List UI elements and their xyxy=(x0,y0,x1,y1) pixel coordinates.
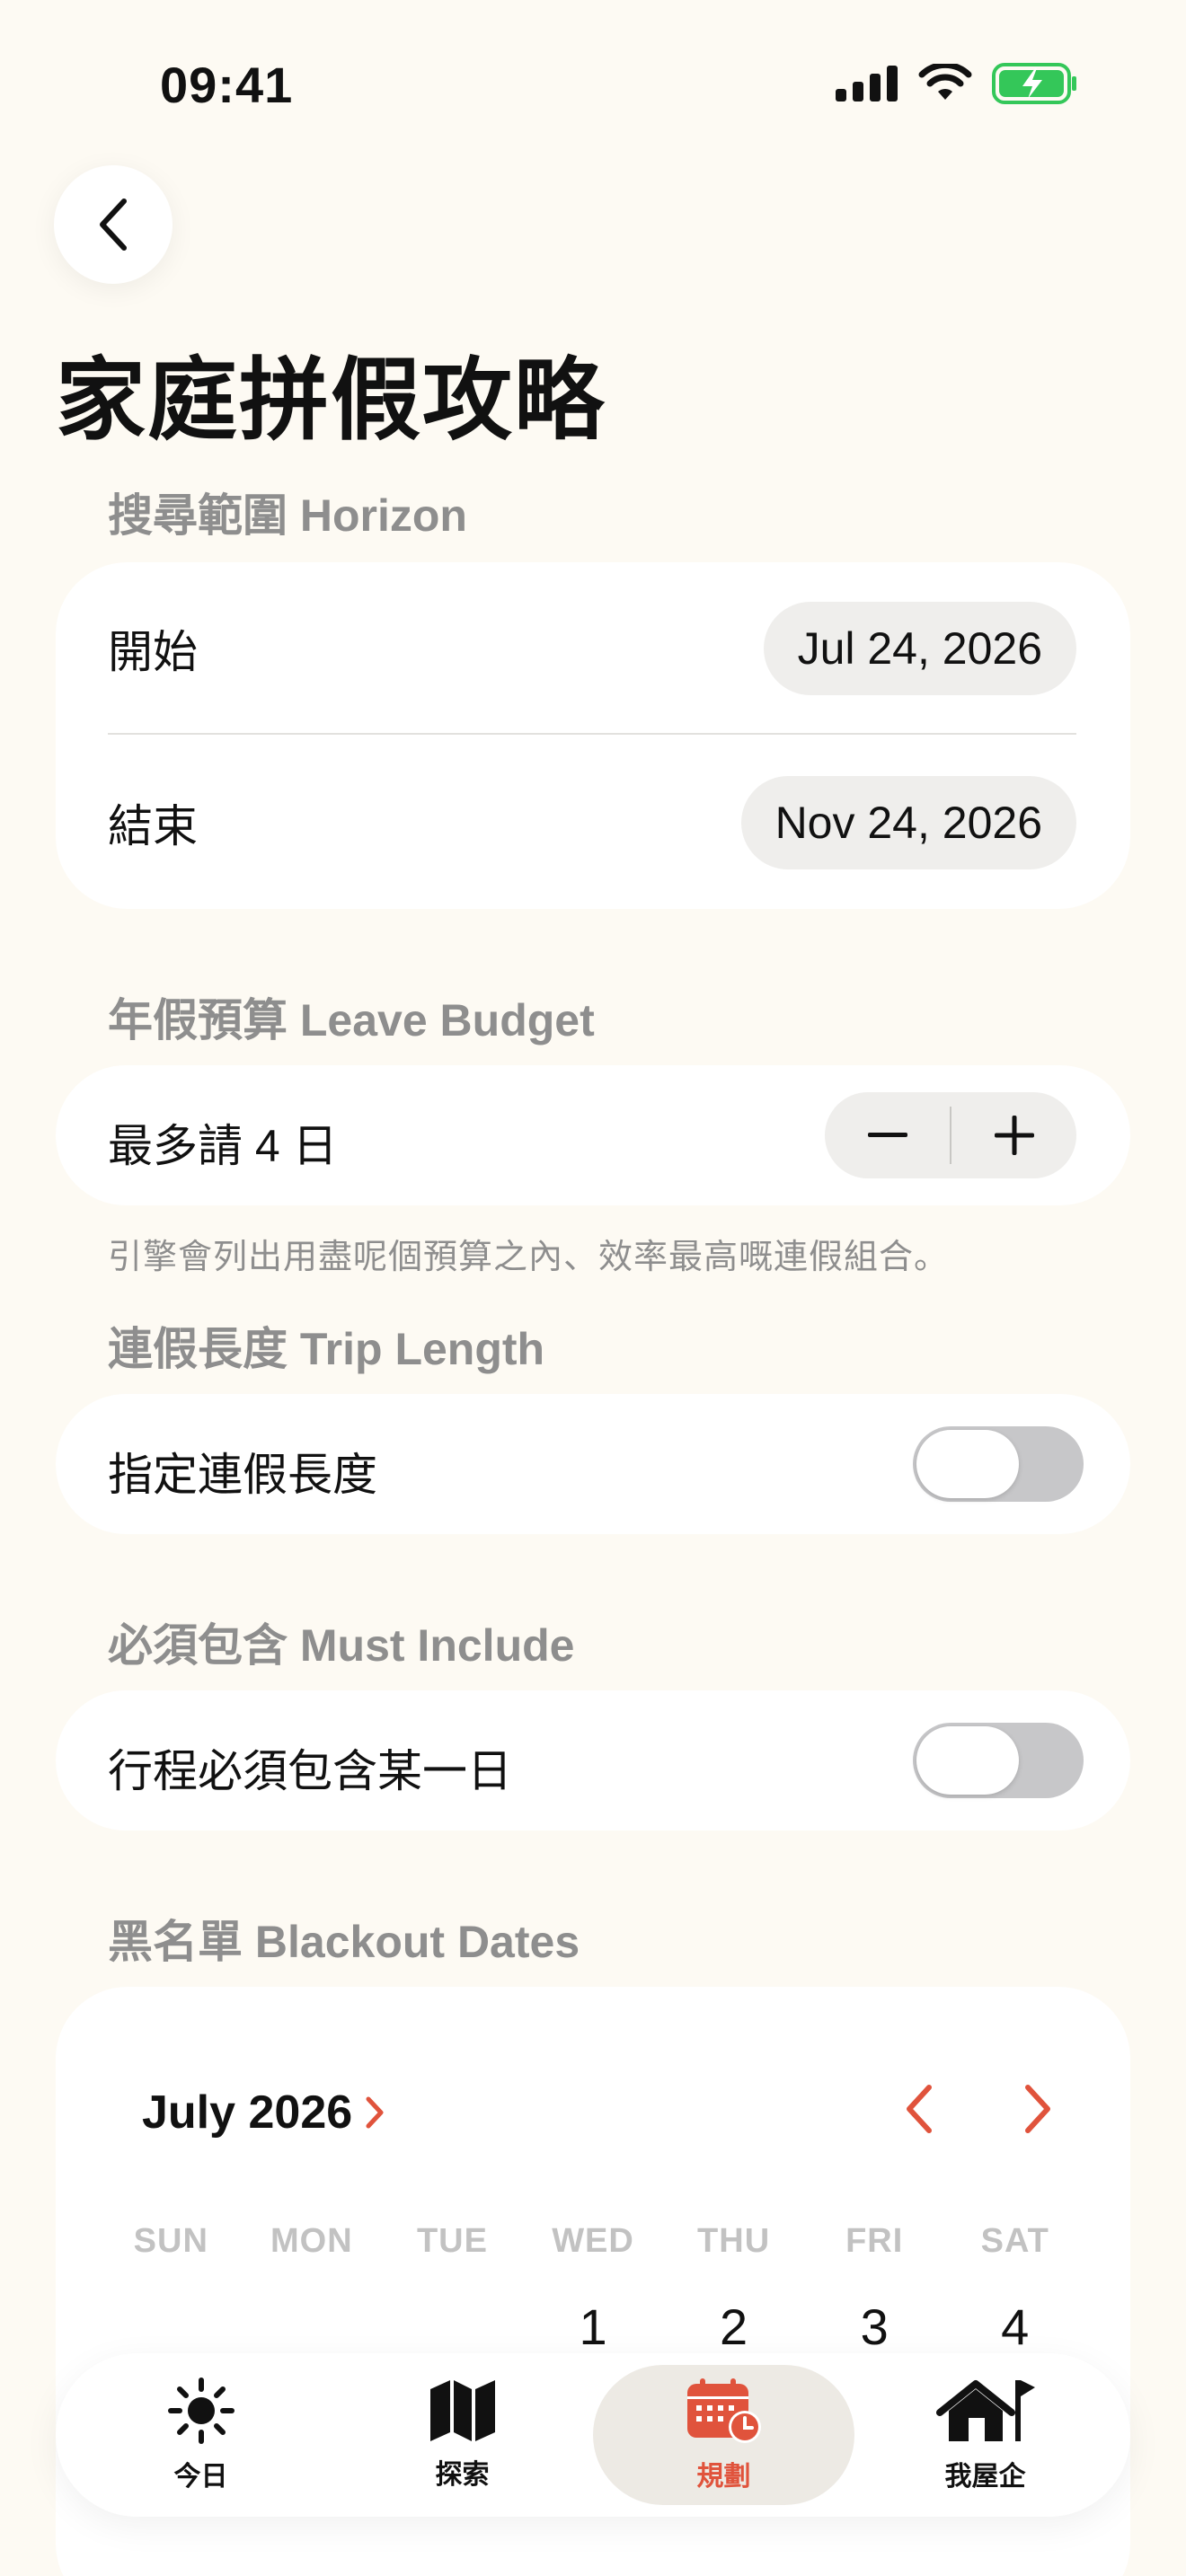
budget-text: 最多請 4 日 xyxy=(108,1121,338,1171)
decrement-button[interactable] xyxy=(825,1092,950,1178)
calendar-day xyxy=(101,2298,242,2356)
must-include-row-label: 行程必須包含某一日 xyxy=(108,1746,512,1796)
status-time: 09:41 xyxy=(160,57,294,113)
chevron-right-icon xyxy=(366,2096,384,2129)
calendar-week-row: 1 2 3 4 xyxy=(101,2298,1085,2356)
calendar-day xyxy=(382,2298,523,2356)
end-date-picker[interactable]: Nov 24, 2026 xyxy=(740,776,1076,869)
blackout-section-label: 黑名單 Blackout Dates xyxy=(108,1917,580,1967)
tab-label: 我屋企 xyxy=(944,2462,1026,2492)
page-title: 家庭拼假攻略 xyxy=(56,350,606,451)
next-month-button[interactable] xyxy=(1022,2082,1055,2140)
previous-month-button[interactable] xyxy=(902,2082,934,2140)
increment-button[interactable] xyxy=(951,1092,1076,1178)
calendar-day[interactable]: 4 xyxy=(944,2298,1085,2356)
back-button[interactable] xyxy=(54,165,173,284)
signal-icon xyxy=(836,66,898,101)
weekday-thu: THU xyxy=(697,2222,771,2260)
wifi-icon xyxy=(918,64,972,100)
month-title: July 2026 xyxy=(142,2086,353,2139)
chevron-left-icon xyxy=(907,2085,932,2133)
battery-charging-icon xyxy=(992,63,1076,104)
tab-label: 規劃 xyxy=(696,2462,751,2492)
tab-plan[interactable]: 規劃 xyxy=(593,2365,854,2505)
chevron-left-icon xyxy=(100,198,127,251)
weekday-header: SUN MON TUE WED THU FRI SAT xyxy=(101,2222,1085,2261)
must-include-toggle[interactable] xyxy=(913,1723,1084,1798)
plus-icon xyxy=(994,1116,1034,1155)
home-flag-icon xyxy=(935,2380,1035,2441)
tab-label: 今日 xyxy=(173,2462,228,2492)
must-include-section-label: 必須包含 Must Include xyxy=(108,1620,575,1671)
trip-length-card: 指定連假長度 xyxy=(56,1394,1130,1534)
weekday-sun: SUN xyxy=(133,2222,208,2260)
calendar-day[interactable]: 2 xyxy=(663,2298,804,2356)
tab-explore[interactable]: 探索 xyxy=(332,2365,593,2505)
tab-my-home[interactable]: 我屋企 xyxy=(854,2365,1116,2505)
tab-label: 探索 xyxy=(435,2460,490,2490)
trip-length-toggle[interactable] xyxy=(913,1426,1084,1502)
chevron-right-icon xyxy=(1025,2085,1050,2133)
toggle-knob xyxy=(916,1430,1019,1498)
horizon-section-label: 搜尋範圍 Horizon xyxy=(108,490,467,541)
tab-today[interactable]: 今日 xyxy=(70,2365,332,2505)
calendar-day[interactable]: 3 xyxy=(804,2298,945,2356)
budget-card: 最多請 4 日 xyxy=(56,1065,1130,1205)
status-icons xyxy=(836,63,1078,104)
budget-stepper xyxy=(825,1092,1076,1178)
calendar-day xyxy=(242,2298,383,2356)
weekday-sat: SAT xyxy=(980,2222,1049,2260)
weekday-wed: WED xyxy=(552,2222,634,2260)
calendar-clock-icon xyxy=(686,2378,761,2443)
start-date-picker[interactable]: Jul 24, 2026 xyxy=(763,602,1076,695)
month-picker[interactable]: July 2026 xyxy=(142,2086,385,2139)
sun-icon xyxy=(167,2378,235,2444)
trip-length-section-label: 連假長度 Trip Length xyxy=(108,1324,545,1374)
horizon-card: 開始 Jul 24, 2026 結束 Nov 24, 2026 xyxy=(56,562,1130,909)
weekday-tue: TUE xyxy=(416,2222,488,2260)
toggle-knob xyxy=(916,1726,1019,1795)
divider xyxy=(108,733,1076,735)
trip-length-row-label: 指定連假長度 xyxy=(108,1450,377,1500)
weekday-fri: FRI xyxy=(845,2222,904,2260)
calendar-day[interactable]: 1 xyxy=(523,2298,664,2356)
weekday-mon: MON xyxy=(270,2222,353,2260)
budget-hint: 引擎會列出用盡呢個預算之內、效率最高嘅連假組合。 xyxy=(108,1239,950,1276)
must-include-card: 行程必須包含某一日 xyxy=(56,1690,1130,1831)
end-label: 結束 xyxy=(108,801,198,851)
start-label: 開始 xyxy=(108,627,198,677)
minus-icon xyxy=(867,1133,907,1137)
budget-section-label: 年假預算 Leave Budget xyxy=(108,995,595,1045)
tab-bar: 今日 探索 規劃 我屋企 xyxy=(56,2353,1130,2517)
map-icon xyxy=(429,2380,495,2441)
